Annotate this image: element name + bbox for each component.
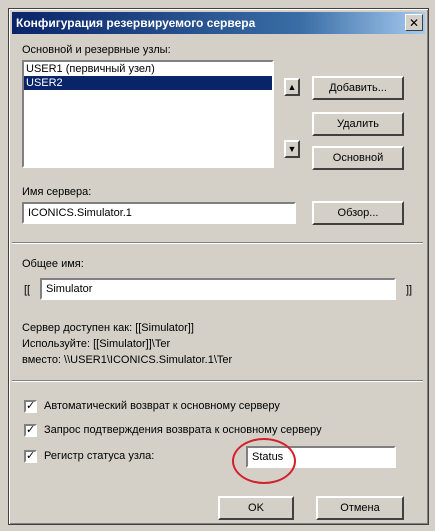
nodes-listbox[interactable]: USER1 (первичный узел) USER2 bbox=[22, 60, 274, 168]
auto-return-checkbox[interactable]: ✓ bbox=[24, 400, 37, 413]
add-button-label: Добавить... bbox=[329, 82, 387, 94]
move-up-button[interactable]: ▲ bbox=[284, 78, 300, 96]
ok-button-label: OK bbox=[248, 502, 264, 514]
server-name-label: Имя сервера: bbox=[22, 186, 92, 198]
remove-button-label: Удалить bbox=[337, 118, 379, 130]
status-register-checkbox[interactable]: ✓ bbox=[24, 450, 37, 463]
divider bbox=[12, 380, 423, 382]
ok-button[interactable]: OK bbox=[218, 496, 294, 520]
common-name-input[interactable]: Simulator bbox=[40, 278, 396, 300]
divider bbox=[12, 242, 423, 244]
add-button[interactable]: Добавить... bbox=[312, 76, 404, 100]
close-icon[interactable]: ✕ bbox=[405, 14, 423, 31]
status-register-label: Регистр статуса узла: bbox=[44, 450, 155, 462]
cancel-button-label: Отмена bbox=[340, 502, 380, 514]
left-bracket: [[ bbox=[24, 284, 31, 296]
dialog-title: Конфигурация резервируемого сервера bbox=[16, 16, 256, 30]
set-primary-button[interactable]: Основной bbox=[312, 146, 404, 170]
confirm-return-label: Запрос подтверждения возврата к основном… bbox=[44, 424, 322, 436]
common-name-label: Общее имя: bbox=[22, 258, 84, 270]
confirm-return-checkbox[interactable]: ✓ bbox=[24, 424, 37, 437]
nodes-label: Основной и резервные узлы: bbox=[22, 44, 171, 56]
title-bar[interactable]: Конфигурация резервируемого сервера ✕ bbox=[12, 12, 425, 34]
auto-return-label: Автоматический возврат к основному серве… bbox=[44, 400, 280, 412]
list-item[interactable]: USER1 (первичный узел) bbox=[24, 62, 272, 76]
browse-button[interactable]: Обзор... bbox=[312, 201, 404, 225]
move-down-button[interactable]: ▼ bbox=[284, 140, 300, 158]
set-primary-button-label: Основной bbox=[332, 152, 384, 164]
highlight-circle bbox=[232, 438, 296, 484]
info-line-3: вместо: \\USER1\ICONICS.Simulator.1\Ter bbox=[22, 354, 233, 366]
remove-button[interactable]: Удалить bbox=[312, 112, 404, 136]
info-line-2: Используйте: [[Simulator]]\Ter bbox=[22, 338, 171, 350]
right-bracket: ]] bbox=[406, 284, 413, 296]
server-name-input[interactable]: ICONICS.Simulator.1 bbox=[22, 202, 296, 224]
info-line-1: Сервер доступен как: [[Simulator]] bbox=[22, 322, 194, 334]
browse-button-label: Обзор... bbox=[337, 207, 379, 219]
cancel-button[interactable]: Отмена bbox=[316, 496, 404, 520]
list-item-selected[interactable]: USER2 bbox=[24, 76, 272, 90]
